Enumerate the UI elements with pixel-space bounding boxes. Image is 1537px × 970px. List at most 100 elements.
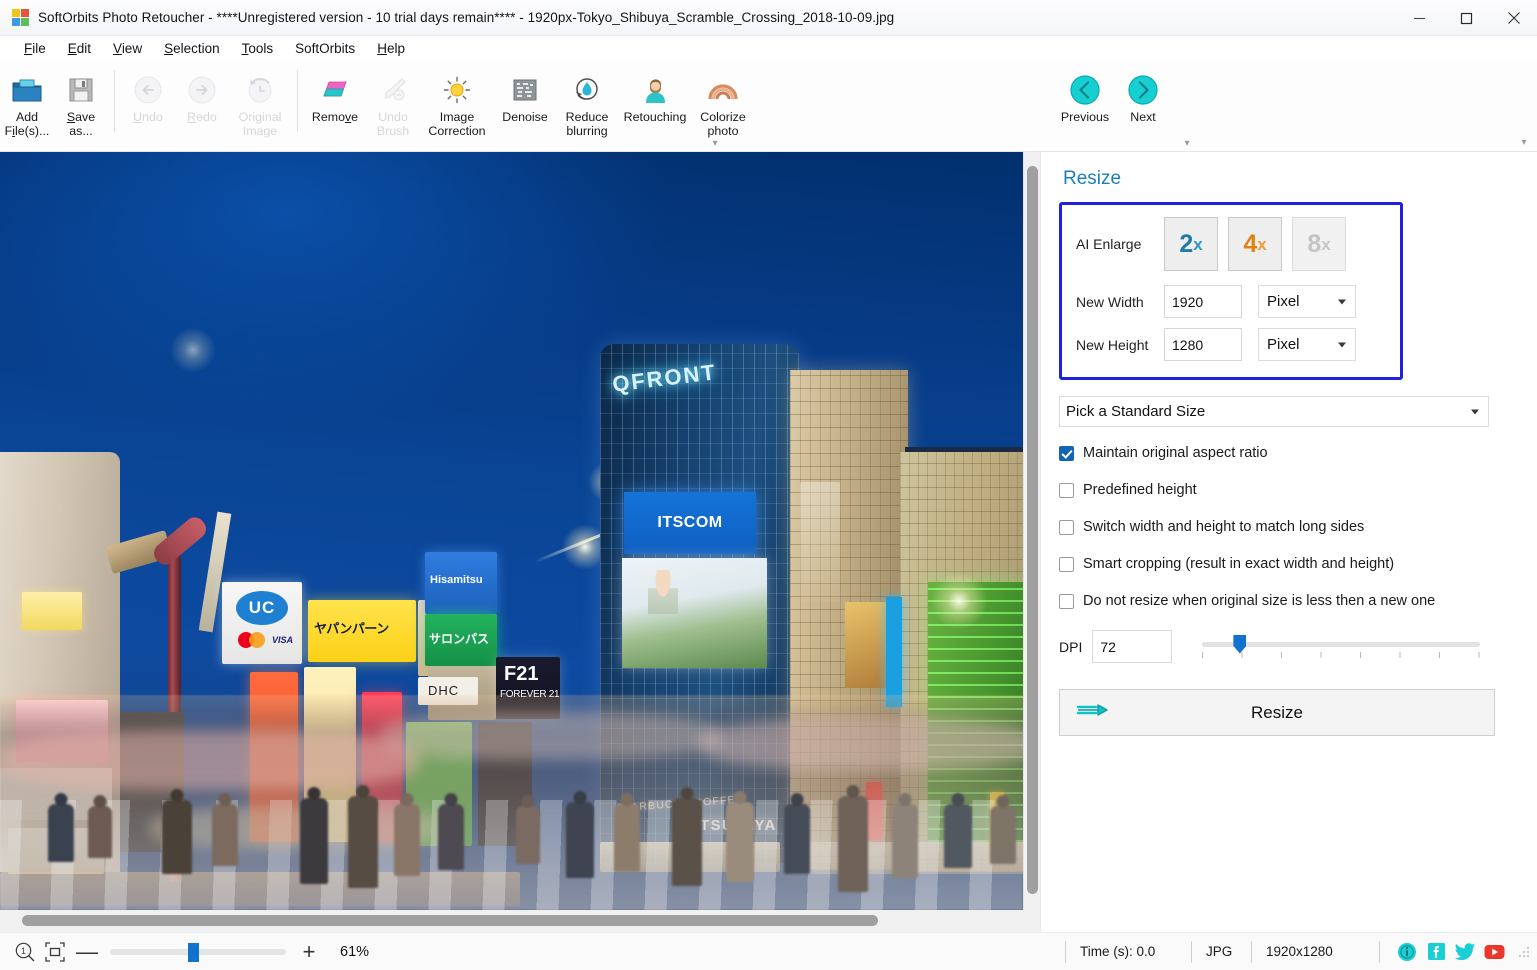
new-width-input[interactable] (1164, 285, 1242, 318)
twitter-icon[interactable] (1454, 941, 1476, 963)
ai-enlarge-2x-button[interactable]: 2x (1164, 217, 1218, 271)
colorize-photo-label: Colorizephoto (700, 110, 745, 138)
undo-button[interactable]: Undo (121, 68, 175, 125)
save-as-button[interactable]: Saveas... (54, 68, 108, 139)
ai-8x-unit: x (1321, 236, 1330, 253)
maximize-button[interactable] (1443, 0, 1490, 36)
facebook-icon[interactable] (1425, 941, 1447, 963)
checkbox-icon[interactable] (1059, 483, 1074, 498)
canvas-vertical-scrollbar[interactable] (1023, 152, 1040, 910)
noise-grid-icon (511, 73, 539, 107)
menu-tools[interactable]: Tools (231, 38, 285, 59)
undo-brush-button[interactable]: UndoBrush (366, 68, 420, 139)
pedestrian (838, 796, 868, 892)
menu-softorbits[interactable]: SoftOrbits (284, 38, 366, 59)
retouching-label: Retouching (624, 110, 687, 124)
clock-revert-icon (245, 73, 275, 107)
info-icon[interactable] (1396, 941, 1418, 963)
fit-to-window-icon[interactable] (40, 937, 70, 967)
checkbox-icon-checked[interactable] (1059, 446, 1074, 461)
toolbar-group-tools: Remove UndoBrush (304, 62, 754, 152)
checkbox-icon[interactable] (1059, 520, 1074, 535)
zoom-out-button[interactable]: — (70, 941, 104, 963)
dpi-slider[interactable] (1202, 634, 1480, 660)
checkbox-icon[interactable] (1059, 557, 1074, 572)
new-height-row: New Height Pixel (1076, 328, 1386, 361)
vertical-scroll-thumb[interactable] (1027, 166, 1038, 894)
dpi-input[interactable] (1092, 630, 1172, 663)
previous-button[interactable]: Previous (1054, 68, 1116, 125)
visa-logo: VISA (272, 635, 293, 645)
toolbar-separator-1 (114, 70, 115, 132)
eraser-icon (319, 73, 351, 107)
close-button[interactable] (1490, 0, 1537, 36)
resize-button[interactable]: Resize (1059, 689, 1495, 736)
menu-selection[interactable]: Selection (153, 38, 231, 59)
sun-brightness-icon (442, 73, 472, 107)
ai-enlarge-4x-button[interactable]: 4x (1228, 217, 1282, 271)
seibu-vertical-banner (886, 597, 902, 707)
denoise-button[interactable]: Denoise (494, 68, 556, 125)
canvas-horizontal-scrollbar[interactable] (0, 910, 1040, 932)
horizontal-scroll-thumb[interactable] (22, 915, 878, 926)
retouching-button[interactable]: Retouching (618, 68, 692, 125)
zoom-slider-thumb[interactable] (188, 943, 199, 962)
reduce-blurring-label: Reduceblurring (566, 110, 609, 138)
toolbar-collapse-icon[interactable]: ▾ (1517, 139, 1531, 147)
folder-icon (11, 73, 43, 107)
zoom-in-button[interactable]: + (292, 941, 326, 963)
new-height-input[interactable] (1164, 328, 1242, 361)
remove-button[interactable]: Remove (304, 68, 366, 125)
ai-2x-unit: x (1193, 236, 1202, 253)
add-files-button[interactable]: AddFile(s)... (0, 68, 54, 139)
status-time: Time (s): 0.0 (1065, 941, 1191, 963)
image-correction-button[interactable]: ImageCorrection (420, 68, 494, 139)
redo-button[interactable]: Redo (175, 68, 229, 125)
menu-edit[interactable]: Edit (57, 38, 102, 59)
new-width-label: New Width (1076, 294, 1164, 310)
floppy-disk-icon (67, 73, 95, 107)
status-fields: Time (s): 0.0 JPG 1920x1280 (1065, 933, 1537, 970)
checkbox-switch-width-height[interactable]: Switch width and height to match long si… (1059, 519, 1519, 535)
next-button[interactable]: Next (1116, 68, 1170, 125)
new-width-unit-select[interactable]: Pixel (1258, 285, 1356, 318)
previous-arrow-icon (1068, 73, 1102, 107)
salonpas-text: サロンパス (429, 630, 489, 647)
minimize-button[interactable] (1396, 0, 1443, 36)
reduce-blurring-button[interactable]: Reduceblurring (556, 68, 618, 139)
ai-enlarge-8x-button[interactable]: 8x (1292, 217, 1346, 271)
checkbox-predefined-height[interactable]: Predefined height (1059, 482, 1519, 498)
toolbar-overflow-icon[interactable]: ▾ (708, 140, 722, 148)
toolbar-group-file: AddFile(s)... Saveas... (0, 62, 108, 152)
youtube-icon[interactable] (1483, 941, 1505, 963)
redo-arrow-icon (187, 73, 217, 107)
photo-canvas[interactable]: UC VISA ヤパンパーン Hisamitsu サロンパス (0, 152, 1023, 910)
application-window: SoftOrbits Photo Retoucher - ****Unregis… (0, 0, 1537, 970)
pedestrian (784, 804, 810, 874)
colorize-photo-button[interactable]: Colorizephoto (692, 68, 754, 139)
checkbox-maintain-aspect-ratio[interactable]: Maintain original aspect ratio (1059, 445, 1519, 461)
menu-view[interactable]: View (102, 38, 153, 59)
itscom-billboard: ITSCOM (624, 492, 756, 554)
checkbox-icon[interactable] (1059, 594, 1074, 609)
zoom-controls: 1 — + 61% (0, 937, 390, 967)
add-files-label: AddFile(s)... (5, 110, 50, 138)
resize-grip-icon[interactable] (1517, 945, 1531, 959)
undo-label: Undo (133, 110, 163, 124)
nav-overflow-icon[interactable]: ▾ (1180, 140, 1194, 148)
tower-light-strip (800, 482, 840, 602)
itscom-text: ITSCOM (657, 514, 722, 532)
new-height-unit-select[interactable]: Pixel (1258, 328, 1356, 361)
checkbox-do-not-resize[interactable]: Do not resize when original size is less… (1059, 593, 1519, 609)
ai-8x-number: 8 (1307, 232, 1321, 257)
actual-size-icon[interactable]: 1 (10, 937, 40, 967)
menu-help[interactable]: Help (366, 38, 416, 59)
standard-size-select[interactable]: Pick a Standard Size (1059, 396, 1489, 427)
zoom-slider[interactable] (110, 939, 286, 965)
original-image-button[interactable]: OriginalImage (229, 68, 291, 139)
menu-file[interactable]: File (13, 38, 57, 59)
new-width-row: New Width Pixel (1076, 285, 1386, 318)
ai-4x-number: 4 (1243, 232, 1257, 257)
checkbox-smart-cropping[interactable]: Smart cropping (result in exact width an… (1059, 556, 1519, 572)
new-height-unit-value: Pixel (1267, 336, 1300, 353)
